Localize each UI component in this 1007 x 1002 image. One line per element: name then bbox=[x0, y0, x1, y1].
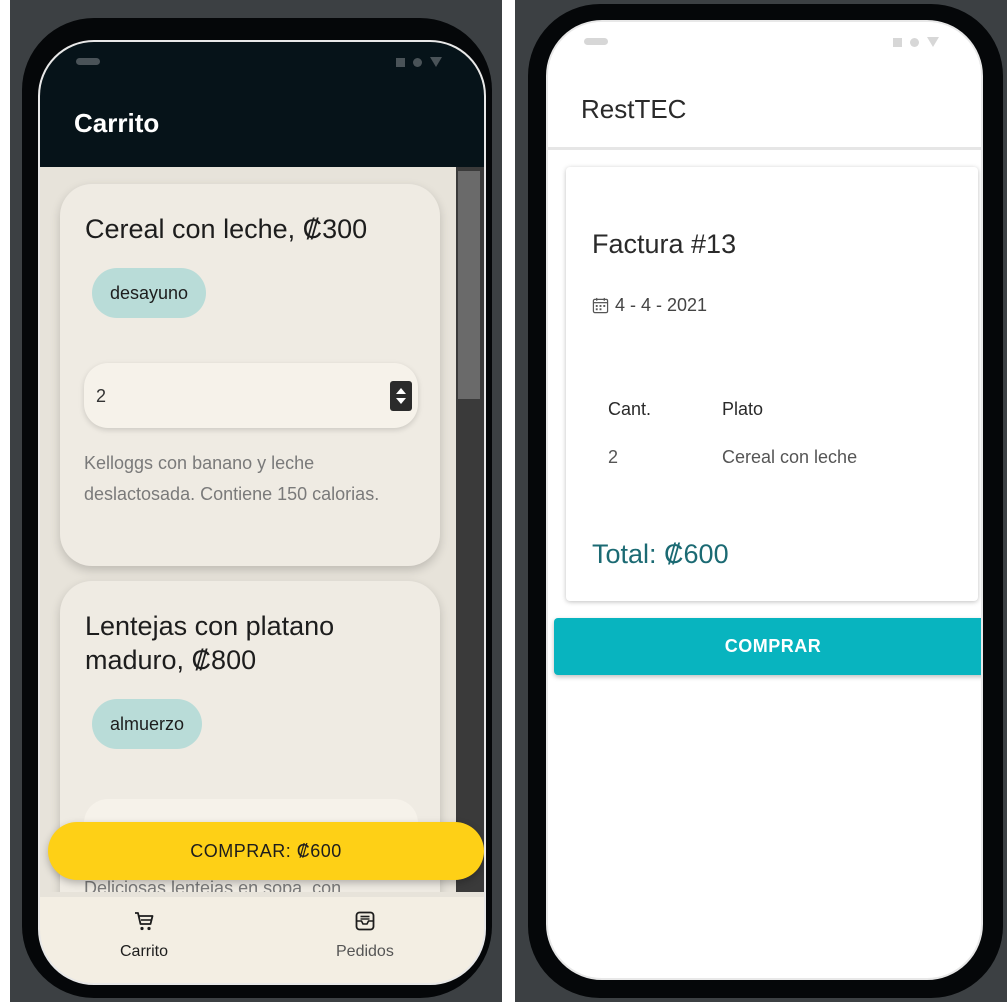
cart-item-card: Cereal con leche, ₡300 desayuno Kelloggs… bbox=[60, 184, 440, 566]
cart-list: Cereal con leche, ₡300 desayuno Kelloggs… bbox=[40, 167, 456, 892]
decrement-icon[interactable] bbox=[396, 398, 406, 404]
row-plato: Cereal con leche bbox=[722, 447, 858, 467]
scrollbar[interactable] bbox=[456, 167, 484, 892]
cart-icon bbox=[135, 912, 154, 931]
status-icons bbox=[396, 56, 444, 68]
item-title: Lentejas con platano maduro, ₡800 bbox=[85, 611, 335, 675]
quantity-input[interactable] bbox=[96, 383, 356, 409]
invoice-date: 4 - 4 - 2021 bbox=[592, 295, 707, 316]
increment-icon[interactable] bbox=[396, 388, 406, 394]
invoice-title: Factura #13 bbox=[592, 229, 737, 259]
row-cantidad: 2 bbox=[608, 447, 619, 467]
column-header-plato: Plato bbox=[722, 399, 764, 419]
nav-label: Carrito bbox=[120, 943, 169, 960]
invoice-card: Factura #13 4 - 4 - 2021 Cant. Plato 2 C… bbox=[566, 167, 978, 601]
invoice-total: Total: ₡600 bbox=[592, 539, 729, 569]
item-tag[interactable]: almuerzo bbox=[92, 699, 203, 749]
page-title: Carrito bbox=[74, 108, 160, 138]
invoice-date-text: 4 - 4 - 2021 bbox=[615, 295, 708, 315]
scrollbar-thumb[interactable] bbox=[458, 171, 480, 399]
stepper-arrows[interactable] bbox=[390, 381, 412, 411]
nav-tab-carrito[interactable]: Carrito bbox=[120, 909, 168, 961]
phone-screen-carrito: Carrito Cereal con leche, ₡300 desayuno … bbox=[38, 40, 486, 985]
wifi-icon bbox=[413, 57, 422, 67]
comprar-button[interactable]: COMPRAR bbox=[554, 618, 981, 675]
item-tag[interactable]: desayuno bbox=[92, 268, 207, 318]
wifi-icon bbox=[910, 37, 919, 47]
quantity-stepper[interactable] bbox=[84, 363, 418, 428]
column-header-cantidad: Cant. bbox=[608, 399, 652, 419]
calendar-icon bbox=[592, 297, 609, 314]
item-description: Kelloggs con banano y leche deslactosada… bbox=[84, 453, 380, 504]
status-pill bbox=[584, 38, 608, 45]
item-title: Cereal con leche, ₡300 bbox=[85, 214, 368, 244]
bottom-navigation: Carrito Pedidos bbox=[40, 897, 484, 983]
battery-icon bbox=[430, 57, 442, 67]
status-pill bbox=[76, 58, 100, 65]
status-icons bbox=[893, 36, 941, 48]
signal-icon bbox=[893, 37, 902, 47]
inbox-icon bbox=[355, 911, 375, 931]
buy-button[interactable]: COMPRAR: ₡600 bbox=[48, 822, 484, 880]
app-title: RestTEC bbox=[581, 94, 687, 124]
app-bar: RestTEC bbox=[548, 22, 981, 150]
nav-tab-pedidos[interactable]: Pedidos bbox=[336, 909, 394, 961]
signal-icon bbox=[396, 57, 405, 67]
battery-icon bbox=[927, 37, 939, 47]
nav-label: Pedidos bbox=[336, 943, 394, 960]
app-bar: Carrito bbox=[40, 42, 484, 167]
phone-screen-factura: RestTEC Factura #13 4 - 4 - 2021 Cant. P… bbox=[546, 20, 983, 980]
